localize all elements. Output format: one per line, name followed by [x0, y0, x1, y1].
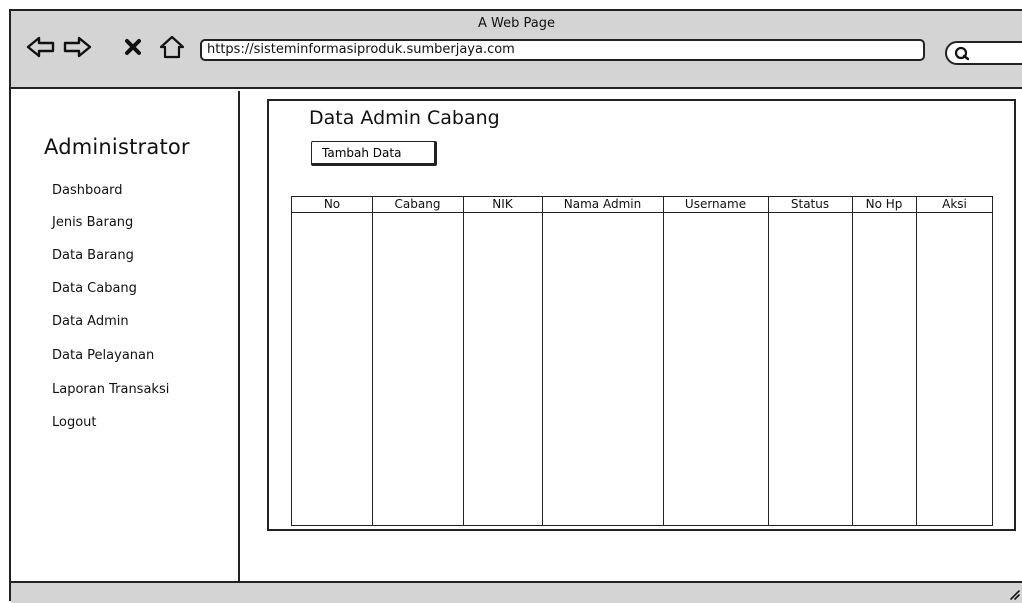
sidebar-item-logout[interactable]: Logout [52, 415, 97, 430]
sidebar-item-data-cabang[interactable]: Data Cabang [52, 281, 137, 296]
column-divider [916, 197, 917, 525]
sidebar-item-data-barang[interactable]: Data Barang [52, 248, 134, 263]
forward-arrow-icon[interactable] [61, 33, 93, 61]
column-header-username[interactable]: Username [663, 197, 768, 213]
resize-grip-icon[interactable] [1008, 588, 1020, 600]
browser-toolbar: A Web Page https://sisteminformasiproduk… [11, 11, 1022, 89]
sidebar-item-data-pelayanan[interactable]: Data Pelayanan [52, 348, 154, 363]
sidebar: Administrator Dashboard Jenis Barang Dat… [11, 91, 240, 583]
sidebar-title: Administrator [44, 135, 190, 159]
search-icon [954, 46, 970, 61]
page-title: Data Admin Cabang [309, 107, 500, 129]
sidebar-item-jenis-barang[interactable]: Jenis Barang [52, 215, 133, 230]
sidebar-item-dashboard[interactable]: Dashboard [52, 183, 123, 198]
admin-table: No Cabang NIK Nama Admin Username Status… [291, 196, 993, 526]
column-divider [542, 197, 543, 525]
column-divider [852, 197, 853, 525]
browser-window: A Web Page https://sisteminformasiproduk… [9, 9, 1022, 603]
column-header-no-hp[interactable]: No Hp [852, 197, 916, 213]
url-bar[interactable]: https://sisteminformasiproduk.sumberjaya… [200, 39, 925, 61]
status-bar [11, 581, 1022, 603]
column-header-aksi[interactable]: Aksi [916, 197, 993, 213]
column-header-nik[interactable]: NIK [463, 197, 542, 213]
sidebar-item-data-admin[interactable]: Data Admin [52, 314, 129, 329]
column-header-cabang[interactable]: Cabang [372, 197, 463, 213]
sidebar-item-laporan-transaksi[interactable]: Laporan Transaksi [52, 382, 169, 397]
column-divider [768, 197, 769, 525]
column-divider [663, 197, 664, 525]
content-panel: Data Admin Cabang Tambah Data No Cabang … [267, 99, 1016, 531]
window-title: A Web Page [478, 16, 555, 31]
column-divider [372, 197, 373, 525]
column-divider [463, 197, 464, 525]
column-header-status[interactable]: Status [768, 197, 852, 213]
back-arrow-icon[interactable] [25, 33, 57, 61]
column-header-nama-admin[interactable]: Nama Admin [542, 197, 663, 213]
home-icon[interactable] [156, 33, 188, 61]
close-x-icon[interactable] [121, 33, 145, 61]
column-header-no[interactable]: No [292, 197, 372, 213]
add-data-button[interactable]: Tambah Data [311, 141, 437, 166]
search-box[interactable] [945, 41, 1022, 65]
